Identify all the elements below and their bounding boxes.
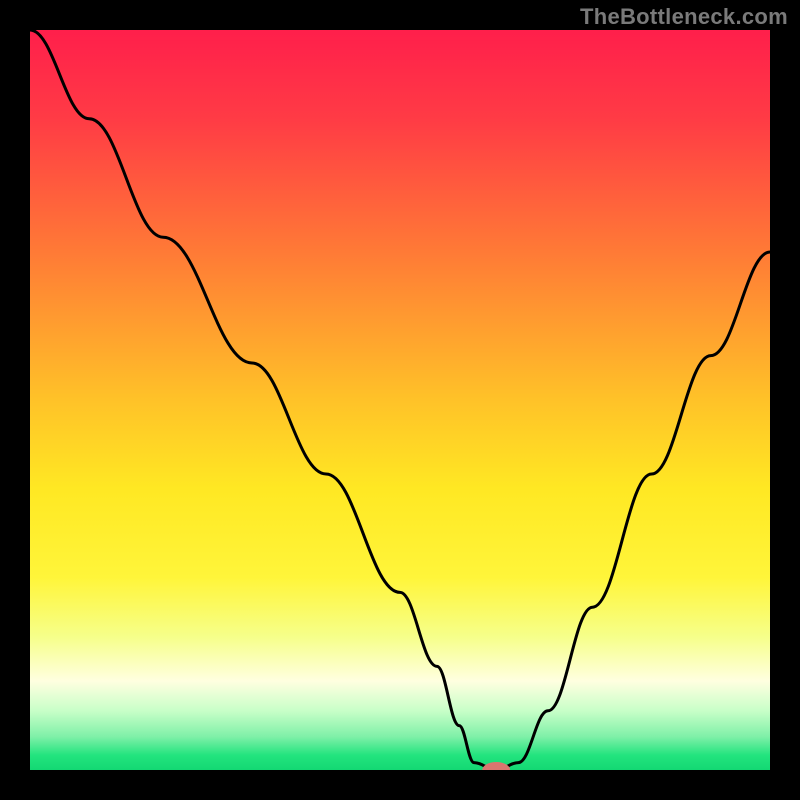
plot-area (30, 30, 770, 770)
bottleneck-chart (30, 30, 770, 770)
gradient-background (30, 30, 770, 770)
watermark-label: TheBottleneck.com (580, 4, 788, 30)
chart-frame: TheBottleneck.com (0, 0, 800, 800)
